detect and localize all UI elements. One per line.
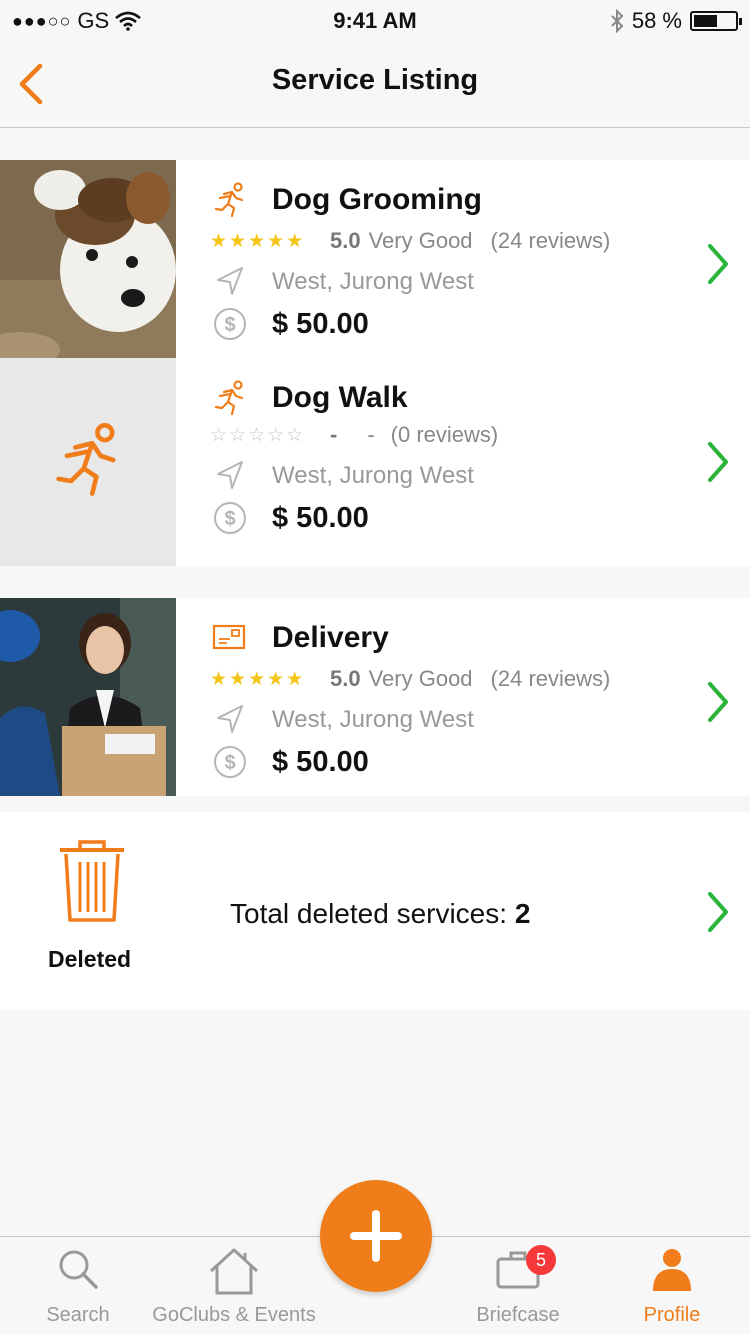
review-count: (0 reviews) — [390, 422, 499, 447]
listing-price: $ 50.00 — [272, 501, 369, 534]
star-rating: ★★★★★ — [210, 668, 306, 690]
listing-body: Dog Walk ☆☆☆☆☆ - - (0 reviews) West, Jur… — [176, 358, 750, 566]
svg-text:$: $ — [224, 508, 235, 530]
location-row: West, Jurong West — [210, 456, 474, 496]
battery-percent: 58 % — [631, 8, 682, 33]
chevron-right-icon[interactable] — [704, 440, 732, 484]
chevron-right-icon[interactable] — [704, 242, 732, 286]
svg-text:$: $ — [224, 752, 235, 774]
page-title: Service Listing — [271, 64, 479, 96]
battery-level — [694, 15, 718, 27]
rating-row: ★★★★★ 5.0 Very Good (24 reviews) — [210, 666, 610, 692]
rating-score: - — [330, 422, 338, 447]
star-rating: ★★★★★ — [210, 230, 306, 252]
dollar-circle-icon: $ — [214, 308, 246, 340]
listing-title-row: Dog Walk — [210, 378, 408, 418]
rating-row: ★★★★★ 5.0 Very Good (24 reviews) — [210, 228, 610, 254]
status-right: 58 % — [610, 8, 742, 34]
rating-label: Very Good — [368, 228, 473, 253]
trash-icon — [60, 840, 124, 922]
location-arrow-icon — [217, 705, 243, 733]
rating-row: ☆☆☆☆☆ - - (0 reviews) — [210, 422, 498, 448]
tab-label: Search — [46, 1304, 110, 1326]
profile-icon — [653, 1249, 691, 1291]
bluetooth-icon — [611, 9, 624, 33]
listing-price: $ 50.00 — [272, 307, 369, 340]
dollar-circle-icon: $ — [214, 746, 246, 778]
rating-score: 5.0 — [330, 228, 361, 253]
svg-text:$: $ — [224, 314, 235, 336]
deleted-count: 2 — [514, 898, 531, 929]
price-row: $ $ 50.00 — [210, 742, 369, 782]
battery-icon — [690, 11, 742, 31]
price-row: $ $ 50.00 — [210, 304, 369, 344]
dollar-circle-icon: $ — [214, 502, 246, 534]
delivery-card-icon — [212, 624, 246, 650]
tab-goclubs-events[interactable]: GoClubs & Events — [148, 1247, 320, 1327]
tab-profile[interactable]: Profile — [630, 1247, 714, 1327]
listing-body: Delivery ★★★★★ 5.0 Very Good (24 reviews… — [176, 598, 750, 796]
listing-price: $ 50.00 — [272, 745, 369, 778]
tab-label: GoClubs & Events — [152, 1304, 316, 1326]
tab-label: Profile — [643, 1304, 701, 1326]
location-row: West, Jurong West — [210, 700, 474, 740]
listing-card-dog-grooming[interactable]: Dog Grooming ★★★★★ 5.0 Very Good (24 rev… — [0, 160, 750, 358]
deleted-services-row[interactable]: Deleted Total deleted services: 2 — [0, 812, 750, 1010]
price-row: $ $ 50.00 — [210, 498, 369, 538]
review-count: (24 reviews) — [490, 666, 611, 691]
running-man-icon — [56, 423, 116, 496]
deleted-count-label: Total deleted services: — [230, 898, 508, 929]
dog-walk-placeholder — [0, 358, 176, 566]
plus-icon — [350, 1210, 402, 1262]
rating-label: - — [367, 422, 375, 447]
listing-card-dog-walk[interactable]: Dog Walk ☆☆☆☆☆ - - (0 reviews) West, Jur… — [0, 358, 750, 566]
delivery-photo — [0, 598, 176, 796]
running-man-icon — [214, 380, 244, 416]
listing-title: Delivery — [272, 621, 389, 654]
add-service-button[interactable] — [320, 1180, 432, 1292]
status-bar: ●●●○○ GS 9:41 AM 58 % — [0, 0, 750, 40]
rating-score: 5.0 — [330, 666, 361, 691]
listing-title: Dog Walk — [272, 381, 408, 414]
home-icon — [209, 1248, 259, 1295]
listing-title-row: Dog Grooming — [210, 180, 482, 220]
location-arrow-icon — [217, 461, 243, 489]
navigation-bar: Service Listing — [0, 40, 750, 128]
location-row: West, Jurong West — [210, 262, 474, 302]
rating-label: Very Good — [368, 666, 473, 691]
listing-body: Dog Grooming ★★★★★ 5.0 Very Good (24 rev… — [176, 160, 750, 358]
star-rating: ☆☆☆☆☆ — [210, 424, 306, 446]
listing-location: West, Jurong West — [272, 462, 474, 489]
deleted-label: Deleted — [48, 946, 132, 972]
briefcase-badge: 5 — [526, 1245, 556, 1275]
listing-location: West, Jurong West — [272, 268, 474, 295]
location-arrow-icon — [217, 267, 243, 295]
chevron-right-icon[interactable] — [704, 890, 732, 934]
tab-label: Briefcase — [476, 1304, 560, 1326]
search-icon — [59, 1250, 98, 1289]
listing-card-delivery[interactable]: Delivery ★★★★★ 5.0 Very Good (24 reviews… — [0, 598, 750, 796]
review-count: (24 reviews) — [490, 228, 611, 253]
dog-photo — [0, 160, 176, 358]
listing-title-row: Delivery — [210, 618, 389, 658]
deleted-count-text: Total deleted services: 2 — [230, 898, 530, 930]
running-man-icon — [214, 182, 244, 218]
listing-location: West, Jurong West — [272, 706, 474, 733]
tab-search[interactable]: Search — [30, 1247, 126, 1327]
chevron-right-icon[interactable] — [704, 680, 732, 724]
listing-title: Dog Grooming — [272, 183, 482, 216]
